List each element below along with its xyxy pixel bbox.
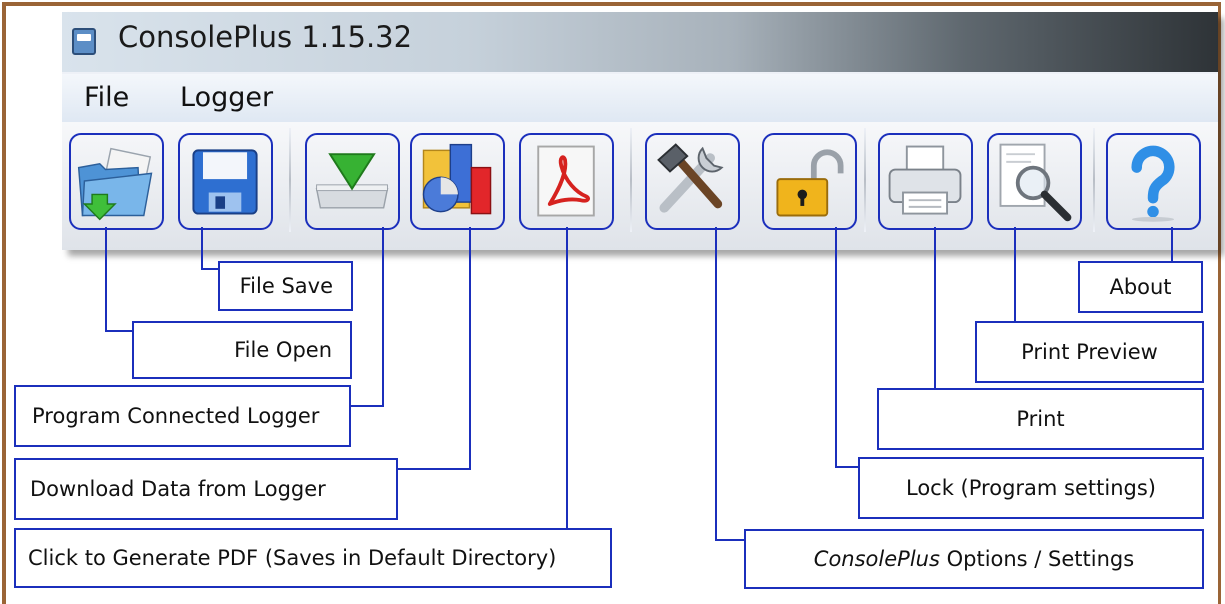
callout-label: Print Preview — [1021, 340, 1158, 364]
connector-line — [201, 227, 203, 270]
folder-open-icon — [77, 147, 153, 221]
callout-lock: Lock (Program settings) — [858, 457, 1204, 519]
app-icon — [72, 28, 96, 55]
title-bar: ConsolePlus 1.15.32 — [62, 12, 1218, 72]
print-preview-button[interactable] — [987, 133, 1082, 230]
callout-label: File Open — [234, 338, 332, 362]
connector-line — [715, 539, 745, 541]
callout-print-preview: Print Preview — [975, 321, 1204, 383]
callout-label: Print — [1016, 407, 1065, 431]
connector-line — [715, 227, 717, 541]
callout-program-logger: Program Connected Logger — [14, 385, 351, 447]
options-settings-button[interactable] — [645, 133, 740, 230]
connector-line — [105, 227, 107, 332]
print-button[interactable] — [878, 133, 973, 230]
generate-pdf-button[interactable] — [519, 133, 614, 230]
connector-line — [1014, 227, 1016, 325]
callout-download-data: Download Data from Logger — [14, 458, 398, 520]
callout-label: Download Data from Logger — [30, 477, 326, 501]
print-preview-icon — [999, 143, 1072, 222]
toolbar-separator — [1093, 128, 1095, 232]
callout-label: Program Connected Logger — [32, 404, 320, 428]
connector-line — [382, 227, 384, 407]
callout-file-save: File Save — [218, 261, 353, 311]
connector-line — [566, 227, 568, 530]
program-logger-button[interactable] — [305, 133, 400, 230]
connector-line — [469, 227, 471, 470]
annotated-screenshot: ConsolePlus 1.15.32 File Logger File Sav… — [0, 0, 1225, 604]
callout-options-settings: ConsolePlus Options / Settings — [744, 529, 1204, 589]
connector-line — [1171, 227, 1173, 262]
file-save-button[interactable] — [178, 133, 273, 230]
toolbar-separator — [289, 128, 291, 232]
connector-line — [396, 468, 471, 470]
green-arrow-down-icon — [315, 153, 389, 209]
callout-label-app-name: ConsolePlus — [813, 547, 940, 571]
unlock-padlock-icon — [776, 149, 844, 217]
callout-about: About — [1078, 261, 1203, 313]
connector-line — [835, 466, 859, 468]
connector-line — [835, 227, 837, 468]
floppy-disk-icon — [192, 149, 258, 215]
menu-file[interactable]: File — [84, 82, 129, 113]
toolbar-separator — [864, 128, 866, 232]
callout-print: Print — [877, 388, 1204, 450]
printer-icon — [888, 145, 962, 215]
help-question-icon — [1131, 145, 1175, 222]
connector-line — [934, 227, 936, 391]
chart-icon — [422, 143, 492, 215]
callout-label: Click to Generate PDF (Saves in Default … — [28, 546, 557, 570]
menu-bar: File Logger — [62, 74, 1218, 122]
callout-label: About — [1109, 275, 1172, 299]
connector-line — [350, 405, 384, 407]
window-title: ConsolePlus 1.15.32 — [118, 20, 413, 54]
callout-generate-pdf: Click to Generate PDF (Saves in Default … — [14, 528, 612, 588]
menu-logger[interactable]: Logger — [180, 82, 273, 113]
callout-label: File Save — [239, 274, 333, 298]
about-button[interactable] — [1106, 133, 1201, 230]
pdf-icon — [537, 145, 595, 217]
toolbar-separator — [630, 128, 632, 232]
connector-line — [105, 330, 134, 332]
download-data-button[interactable] — [410, 133, 505, 230]
file-open-button[interactable] — [69, 133, 164, 230]
callout-label: Lock (Program settings) — [906, 476, 1156, 500]
callout-file-open: File Open — [132, 321, 352, 379]
callout-label: Options / Settings — [939, 547, 1135, 571]
lock-button[interactable] — [762, 133, 857, 230]
tools-icon — [657, 143, 724, 213]
